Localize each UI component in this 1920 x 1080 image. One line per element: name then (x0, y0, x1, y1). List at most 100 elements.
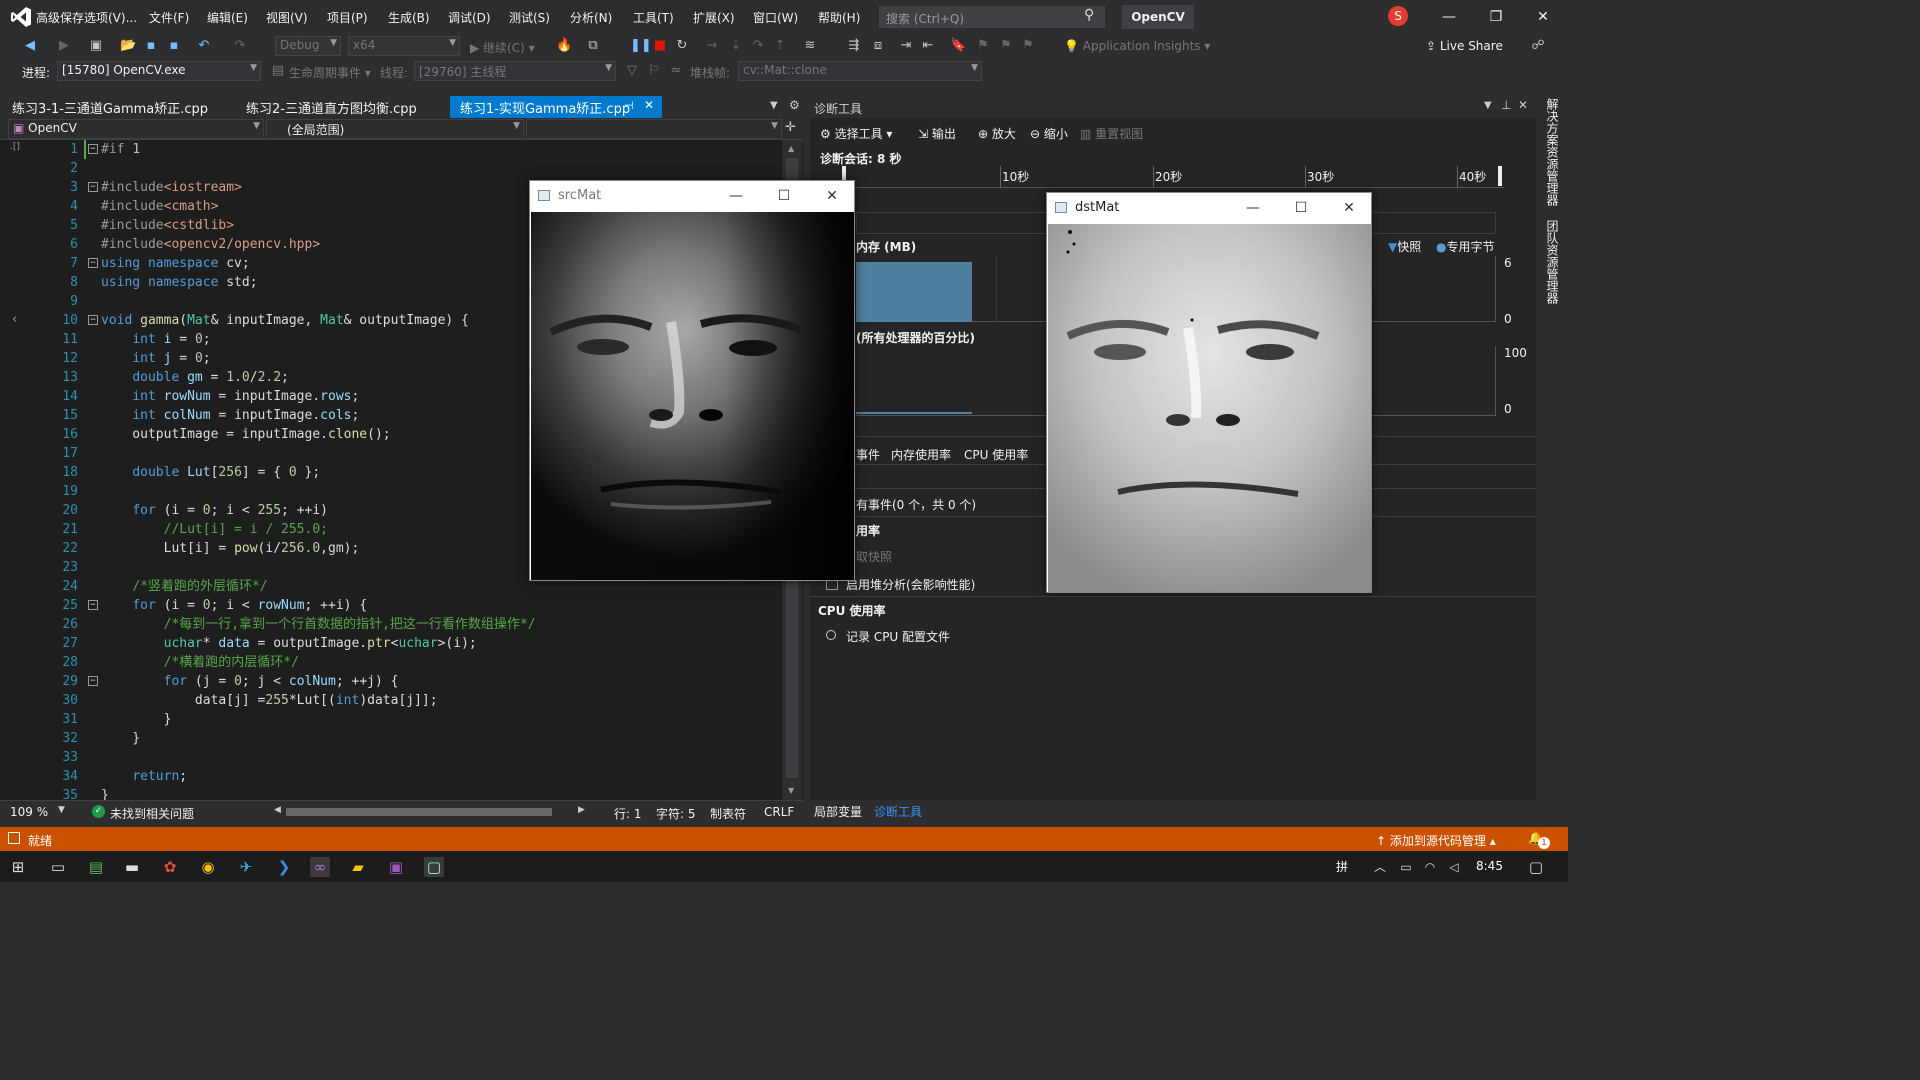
forward-icon[interactable]: ▶ (56, 38, 72, 54)
take-snapshot-button[interactable]: 取快照 (856, 548, 892, 565)
code-line[interactable]: 28 /*横着跑的内层循环*/ (0, 653, 780, 672)
tab-list-icon[interactable]: ▼ (770, 100, 778, 111)
process-select[interactable]: [15780] OpenCV.exe ▼ (57, 61, 261, 81)
taskbar-cmake-icon[interactable]: ▣ (386, 857, 406, 877)
zoom-level[interactable]: 109 % (10, 805, 48, 819)
indent-icon[interactable]: ⇥ (898, 38, 914, 54)
taskbar-explorer-icon[interactable]: ▭ (48, 857, 68, 877)
dstmat-titlebar[interactable]: dstMat (1047, 193, 1371, 223)
config-select[interactable]: Debug ▼ (275, 36, 341, 56)
lifecycle-events-button[interactable]: 生命周期事件 ▾ (289, 64, 371, 81)
action-center-icon[interactable]: ▢ (1526, 857, 1546, 877)
menu-item-1[interactable]: 文件(F) (149, 9, 189, 26)
redo-icon[interactable]: ↷ (232, 38, 248, 54)
platform-select[interactable]: x64 ▼ (348, 36, 460, 56)
prev-bookmark-icon[interactable]: ⚑ (975, 38, 991, 54)
menu-item-9[interactable]: 工具(T) (633, 9, 674, 26)
srcmat-close-icon[interactable]: ✕ (822, 186, 842, 206)
fold-toggle-icon[interactable]: − (88, 144, 98, 154)
zoom-out-button[interactable]: ⊖ 缩小 (1030, 125, 1068, 142)
record-cpu-icon[interactable] (826, 630, 836, 640)
taskbar-folder-icon[interactable]: ▰ (348, 857, 368, 877)
solution-explorer-tab[interactable]: 解决方案资源管理器 (1544, 98, 1561, 206)
bookmark-icon[interactable]: 🔖 (950, 38, 966, 54)
volume-icon[interactable]: ◁ (1444, 857, 1464, 877)
menu-item-6[interactable]: 调试(D) (448, 9, 491, 26)
live-share-button[interactable]: ⇪ Live Share (1426, 39, 1503, 53)
issues-status[interactable]: 未找到相关问题 (110, 805, 194, 822)
minimize-icon[interactable]: — (1438, 6, 1460, 28)
taskbar-opencv-window-icon[interactable]: ▢ (424, 857, 444, 877)
tab-diagnostic-tools[interactable]: 诊断工具 (874, 803, 922, 820)
pin-icon[interactable]: ⊣ (624, 99, 634, 112)
tab-histogram-equalization[interactable]: 练习2-三通道直方图均衡.cpp (236, 96, 427, 118)
panel-menu-icon[interactable]: ▼ (1484, 100, 1492, 111)
visual-studio-logo-icon[interactable] (10, 6, 32, 28)
code-line[interactable]: 25− for (i = 0; i < rowNum; ++i) { (0, 596, 780, 615)
notifications-bell-icon[interactable]: 🔔 1 (1528, 831, 1550, 849)
step-out-icon[interactable]: ⇡ (772, 38, 788, 54)
menu-item-10[interactable]: 扩展(X) (693, 9, 735, 26)
code-line[interactable]: 33 (0, 748, 780, 767)
stop-icon[interactable]: ■ (652, 38, 668, 54)
tray-chevron-icon[interactable]: ︿ (1370, 857, 1390, 877)
show-next-statement-icon[interactable]: → (704, 38, 720, 54)
panel-close-icon[interactable]: ✕ (1518, 98, 1528, 112)
clear-bookmark-icon[interactable]: ⚑ (1020, 38, 1036, 54)
flag-icon[interactable]: ⚐ (646, 63, 662, 79)
code-line[interactable]: 35} (0, 786, 780, 800)
stack-icon[interactable]: ⇶ (846, 38, 862, 54)
reset-view-button[interactable]: ▥ 重置视图 (1080, 125, 1143, 142)
taskbar-app-icon[interactable]: ✈ (236, 857, 256, 877)
menu-item-8[interactable]: 分析(N) (570, 9, 612, 26)
hscroll-left-icon[interactable]: ◀ (274, 805, 281, 815)
pause-icon[interactable]: ❚❚ (630, 38, 652, 54)
new-project-icon[interactable]: ▣ (88, 38, 104, 54)
zoom-in-button[interactable]: ⊕ 放大 (978, 125, 1016, 142)
code-line[interactable]: 34 return; (0, 767, 780, 786)
filter-icon[interactable]: ▽ (624, 63, 640, 79)
output-window-icon[interactable] (8, 832, 20, 844)
restore-icon[interactable]: ❐ (1485, 6, 1507, 28)
panel-pin-icon[interactable]: ⊥ (1501, 98, 1511, 112)
outdent-icon[interactable]: ⇤ (920, 38, 936, 54)
taskbar-terminal-icon[interactable]: ▬ (122, 857, 142, 877)
menu-item-3[interactable]: 视图(V) (266, 9, 308, 26)
code-line[interactable]: 32 } (0, 729, 780, 748)
select-tool-button[interactable]: ⚙ 选择工具 ▾ (820, 125, 892, 142)
code-line[interactable]: 29− for (j = 0; j < colNum; ++j) { (0, 672, 780, 691)
taskbar-visual-studio-icon[interactable]: ∞ (310, 857, 330, 877)
search-icon[interactable]: ⚲ (1084, 7, 1094, 23)
record-cpu-button[interactable]: 记录 CPU 配置文件 (846, 628, 950, 645)
fold-toggle-icon[interactable]: − (88, 182, 98, 192)
fold-toggle-icon[interactable]: − (88, 315, 98, 325)
tab-locals[interactable]: 局部变量 (814, 803, 862, 820)
srcmat-window[interactable]: srcMat — ☐ ✕ (529, 180, 855, 581)
settings-gear-icon[interactable]: ⚙ (789, 98, 800, 112)
menu-item-5[interactable]: 生成(B) (388, 9, 430, 26)
add-to-source-control-button[interactable]: ↑ 添加到源代码管理 ▴ (1376, 832, 1496, 849)
code-line[interactable]: 26 /*每到一行,拿到一个行首数据的指针,把这一行看作数组操作*/ (0, 615, 780, 634)
tab-gamma-three-channel[interactable]: 练习3-1-三通道Gamma矫正.cpp (2, 96, 218, 118)
code-line[interactable]: 31 } (0, 710, 780, 729)
team-explorer-tab[interactable]: 团队资源管理器 (1544, 220, 1561, 304)
code-line[interactable]: 1− #if 1 (0, 140, 780, 159)
dstmat-close-icon[interactable]: ✕ (1339, 198, 1359, 218)
menu-item-2[interactable]: 编辑(E) (207, 9, 248, 26)
menu-item-11[interactable]: 窗口(W) (753, 9, 798, 26)
srcmat-maximize-icon[interactable]: ☐ (774, 186, 794, 206)
thread-select[interactable]: [29760] 主线程 ▼ (414, 61, 616, 81)
clock[interactable]: 8:45 (1476, 859, 1503, 873)
screenshot-icon[interactable]: ⧉ (585, 38, 601, 54)
zoom-dropdown-icon[interactable]: ▼ (58, 805, 65, 815)
ime-indicator[interactable]: 拼 (1336, 858, 1348, 875)
project-dropdown[interactable]: ▣ OpenCV ▼ (8, 119, 264, 139)
stackframe-select[interactable]: cv::Mat::clone ▼ (738, 61, 982, 81)
split-icon[interactable]: ✛ (785, 120, 796, 135)
collapse-arrow-icon[interactable]: ‹ (12, 312, 17, 327)
restart-icon[interactable]: ↻ (674, 38, 690, 54)
search-input[interactable]: 搜索 (Ctrl+Q) (879, 6, 1105, 28)
taskbar-paint-icon[interactable]: ✿ (160, 857, 180, 877)
timeline-ruler[interactable]: 10秒 20秒 30秒 40秒 (842, 166, 1504, 188)
thread-flag-icon[interactable]: ≈ (668, 63, 684, 79)
